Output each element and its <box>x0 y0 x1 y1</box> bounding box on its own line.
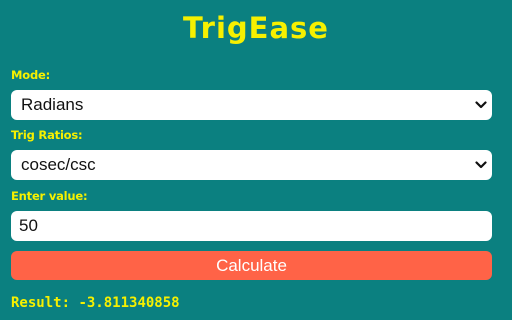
chevron-down-icon <box>475 161 487 169</box>
mode-select[interactable]: Radians <box>11 90 492 120</box>
app-title: TrigEase <box>183 11 329 45</box>
value-input[interactable]: 50 <box>11 211 492 241</box>
trig-ratios-label: Trig Ratios: <box>11 128 83 142</box>
trig-ratio-select-value: cosec/csc <box>21 155 96 174</box>
result-value: -3.811340858 <box>78 295 180 311</box>
result-line: Result: -3.811340858 <box>11 294 180 312</box>
result-label: Result: <box>11 295 71 311</box>
calculate-button[interactable]: Calculate <box>11 251 492 280</box>
trig-ratio-select[interactable]: cosec/csc <box>11 150 492 180</box>
mode-label: Mode: <box>11 68 50 82</box>
value-input-text: 50 <box>19 216 38 235</box>
enter-value-label: Enter value: <box>11 189 88 203</box>
mode-select-value: Radians <box>21 95 84 114</box>
chevron-down-icon <box>475 101 487 109</box>
